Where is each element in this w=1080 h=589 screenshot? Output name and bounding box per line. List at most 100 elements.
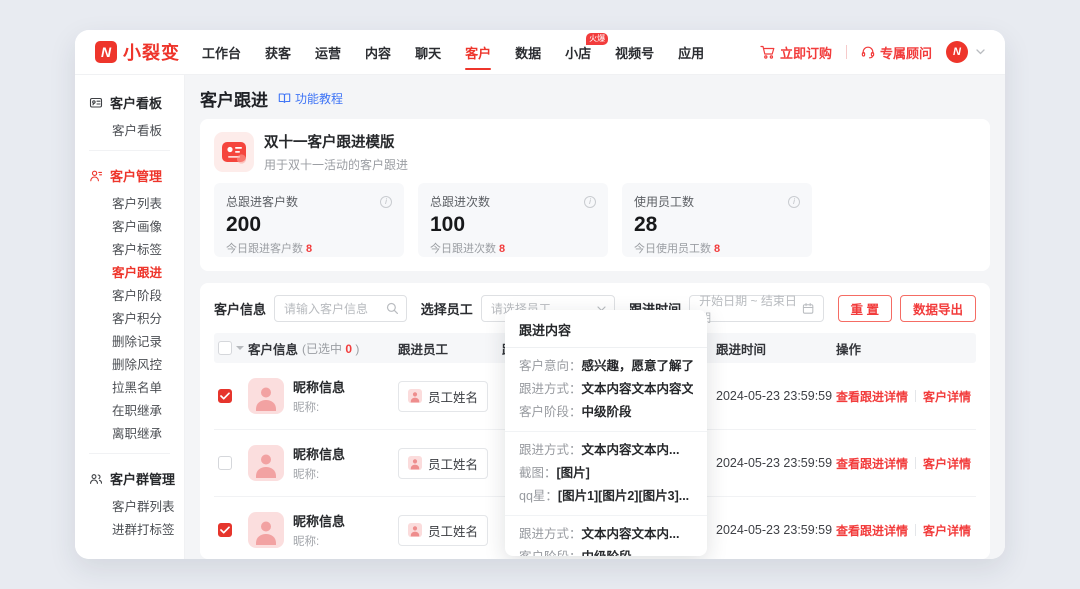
sidebar-section-group-mgmt[interactable]: 客户群管理 <box>75 463 184 494</box>
customer-name: 昵称信息 <box>293 444 345 463</box>
stat-value: 100 <box>430 213 596 237</box>
customer-filter-label: 客户信息 <box>214 299 266 318</box>
menu-item-chat[interactable]: 聊天 <box>415 30 441 74</box>
customer-nickname: 昵称: <box>293 466 345 482</box>
customer-nickname: 昵称: <box>293 399 345 415</box>
view-followup-detail-link[interactable]: 查看跟进详情 <box>836 522 908 539</box>
sidebar-item-group-tagging[interactable]: 进群打标签 <box>75 517 184 540</box>
staff-badge: 员工姓名 <box>398 515 488 546</box>
sidebar-item-customer-list[interactable]: 客户列表 <box>75 191 184 214</box>
menu-item-customer[interactable]: 客户 <box>465 30 491 74</box>
staff-name: 员工姓名 <box>428 521 478 540</box>
staff-person-icon <box>408 389 422 403</box>
action-divider <box>915 524 916 536</box>
sidebar-item-active-inherit[interactable]: 在职继承 <box>75 398 184 421</box>
menu-item-workbench[interactable]: 工作台 <box>202 30 241 74</box>
view-followup-detail-link[interactable]: 查看跟进详情 <box>836 388 908 405</box>
reset-button[interactable]: 重 置 <box>838 295 892 322</box>
brand-logo[interactable]: N 小裂变 <box>95 39 180 65</box>
sidebar-divider <box>89 150 170 151</box>
advisor-link[interactable]: 专属顾问 <box>861 43 932 62</box>
date-range-placeholder: 开始日期 ~ 结束日期 <box>699 292 802 326</box>
sidebar-item-blacklist[interactable]: 拉黑名单 <box>75 375 184 398</box>
row-checkbox[interactable] <box>218 456 232 470</box>
followup-content-popup: 跟进内容 客户意向：感兴趣，愿意了解了解 跟进方式：文本内容文本内容文... 客… <box>505 310 707 556</box>
customer-detail-link[interactable]: 客户详情 <box>923 388 971 405</box>
sidebar-item-customer-stage[interactable]: 客户阶段 <box>75 283 184 306</box>
date-range-picker[interactable]: 开始日期 ~ 结束日期 <box>689 295 823 322</box>
sidebar-item-resigned-inherit[interactable]: 离职继承 <box>75 421 184 444</box>
row-checkbox[interactable] <box>218 389 232 403</box>
sidebar-item-group-list[interactable]: 客户群列表 <box>75 494 184 517</box>
main-menu: 工作台 获客 运营 内容 聊天 客户 数据 小店 火爆 视频号 应用 <box>202 30 704 74</box>
template-card: 双十一客户跟进模版 用于双十一活动的客户跟进 总跟进客户数i 200 今日跟进客… <box>200 119 990 271</box>
hot-badge: 火爆 <box>586 33 608 45</box>
search-icon[interactable] <box>386 302 399 315</box>
stat-card-total-followups: 总跟进次数i 100 今日跟进次数8 <box>418 183 608 257</box>
sidebar-item-customer-tags[interactable]: 客户标签 <box>75 237 184 260</box>
chevron-down-icon[interactable] <box>976 49 985 55</box>
account-avatar[interactable]: N <box>946 41 968 63</box>
select-all-checkbox[interactable] <box>218 341 232 355</box>
info-icon[interactable]: i <box>584 196 596 208</box>
menu-item-shop-label: 小店 <box>565 43 591 62</box>
info-icon[interactable]: i <box>788 196 800 208</box>
book-icon <box>278 92 291 104</box>
customer-nickname: 昵称: <box>293 533 345 549</box>
sidebar-section-label: 客户管理 <box>110 166 162 185</box>
main-content: 客户跟进 功能教程 双十一客户跟进模版 用于双十一活动的客户跟进 <box>185 75 1005 559</box>
template-icon <box>214 132 254 172</box>
customer-detail-link[interactable]: 客户详情 <box>923 522 971 539</box>
sidebar-item-customer-profile[interactable]: 客户画像 <box>75 214 184 237</box>
header-actions: 操作 <box>836 339 976 358</box>
menu-item-shop[interactable]: 小店 火爆 <box>565 30 591 74</box>
header-customer-info: 客户信息 (已选中 0 ) <box>248 339 398 358</box>
staff-filter-label: 选择员工 <box>421 299 473 318</box>
menu-item-operation[interactable]: 运营 <box>315 30 341 74</box>
check-icon <box>220 526 230 534</box>
navbar-right: 立即订购 专属顾问 N <box>760 41 985 63</box>
info-icon[interactable]: i <box>380 196 392 208</box>
sidebar-item-delete-records[interactable]: 删除记录 <box>75 329 184 352</box>
stat-footer: 今日使用员工数8 <box>634 240 800 256</box>
staff-name: 员工姓名 <box>428 387 478 406</box>
menu-item-data[interactable]: 数据 <box>515 30 541 74</box>
row-checkbox[interactable] <box>218 523 232 537</box>
stat-value: 200 <box>226 213 392 237</box>
stat-card-total-customers: 总跟进客户数 i 200 今日跟进客户数8 <box>214 183 404 257</box>
stats-row: 总跟进客户数i 200 今日跟进客户数8 总跟进次数i 100 今日跟进次数8 … <box>214 183 976 257</box>
menu-item-content[interactable]: 内容 <box>365 30 391 74</box>
menu-item-apps[interactable]: 应用 <box>678 30 704 74</box>
sidebar-section-label: 客户看板 <box>110 93 162 112</box>
sidebar-item-customer-board[interactable]: 客户看板 <box>75 118 184 141</box>
order-now-label: 立即订购 <box>780 43 832 62</box>
customer-icon <box>89 169 103 183</box>
view-followup-detail-link[interactable]: 查看跟进详情 <box>836 455 908 472</box>
popup-title: 跟进内容 <box>505 310 707 348</box>
popup-section: 跟进方式：文本内容文本内... 截图：[图片] qq星：[图片1][图片2][图… <box>505 432 707 516</box>
stat-label: 总跟进客户数 <box>226 193 298 210</box>
select-dropdown-caret[interactable] <box>236 346 244 350</box>
header-followup-time: 跟进时间 <box>716 339 836 358</box>
menu-item-video[interactable]: 视频号 <box>615 30 654 74</box>
export-button[interactable]: 数据导出 <box>900 295 976 322</box>
nav-divider <box>846 45 847 59</box>
sidebar-item-customer-points[interactable]: 客户积分 <box>75 306 184 329</box>
customer-avatar <box>248 445 284 481</box>
tutorial-link[interactable]: 功能教程 <box>278 90 343 107</box>
menu-item-acquisition[interactable]: 获客 <box>265 30 291 74</box>
stat-footer: 今日跟进客户数8 <box>226 240 392 256</box>
customer-detail-link[interactable]: 客户详情 <box>923 455 971 472</box>
popup-section: 客户意向：感兴趣，愿意了解了解 跟进方式：文本内容文本内容文... 客户阶段：中… <box>505 348 707 432</box>
brand-logo-text: 小裂变 <box>123 39 180 65</box>
staff-badge: 员工姓名 <box>398 381 488 412</box>
order-now-link[interactable]: 立即订购 <box>760 43 832 62</box>
sidebar-item-delete-risk[interactable]: 删除风控 <box>75 352 184 375</box>
brand-logo-icon: N <box>95 41 117 63</box>
sidebar-section-dashboard[interactable]: 客户看板 <box>75 87 184 118</box>
sidebar-item-customer-followup[interactable]: 客户跟进 <box>75 260 184 283</box>
customer-search-field <box>274 295 407 322</box>
sidebar-section-customer-mgmt[interactable]: 客户管理 <box>75 160 184 191</box>
customer-name: 昵称信息 <box>293 377 345 396</box>
stat-label: 使用员工数 <box>634 193 694 210</box>
